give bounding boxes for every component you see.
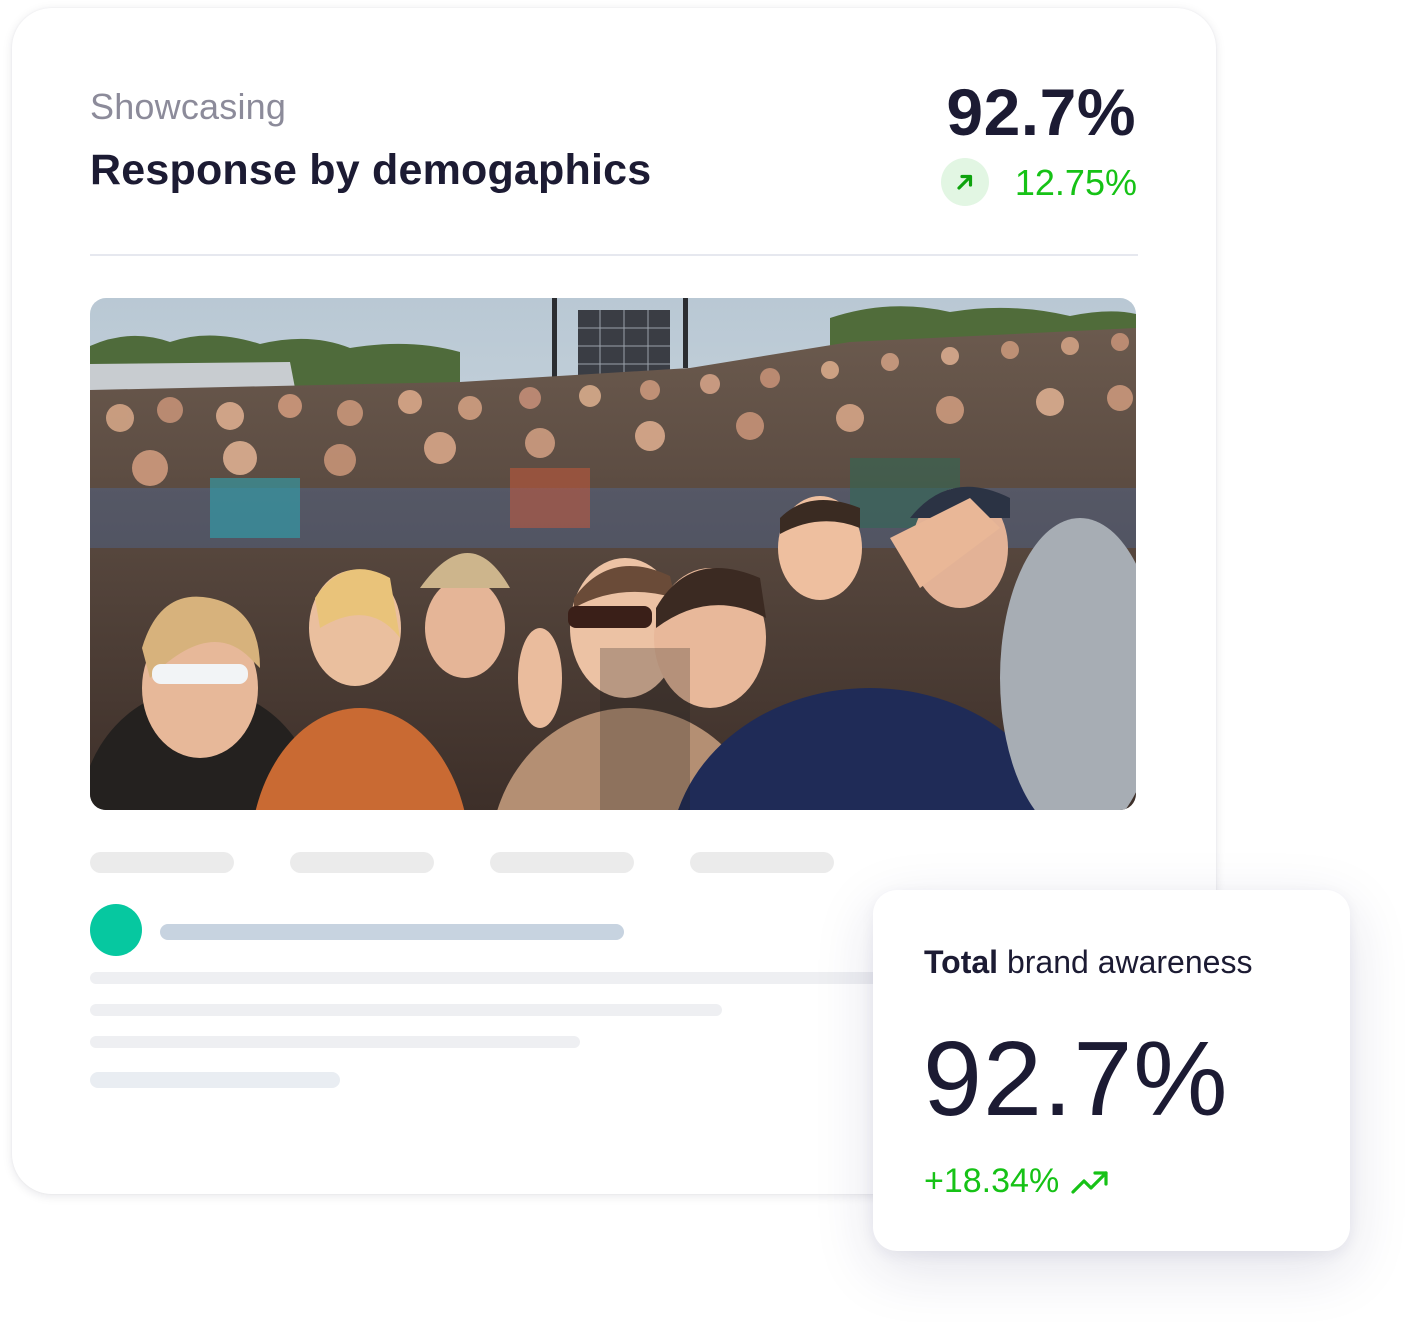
card-title: Response by demogaphics [90,146,652,194]
text-line-placeholder [90,1036,580,1048]
text-line-placeholder [90,1004,722,1016]
text-line-placeholder [90,972,950,984]
awareness-label-bold: Total [924,944,999,980]
name-placeholder [160,924,624,940]
awareness-change-row: +18.34% [924,1162,1109,1201]
metric-value: 92.7% [946,75,1136,149]
avatar [90,904,142,956]
card-eyebrow: Showcasing [90,86,287,127]
metric-change: 12.75% [1014,162,1137,203]
tab-placeholder [290,852,434,873]
arrow-up-right-icon [957,174,973,190]
awareness-label: Total brand awareness [924,944,1252,981]
text-line-placeholder [90,1072,340,1088]
tab-placeholder [690,852,834,873]
awareness-label-rest: brand awareness [998,944,1253,980]
trend-badge [941,158,989,206]
divider [90,254,1138,256]
awareness-value: 92.7% [923,1020,1229,1138]
brand-awareness-card: Total brand awareness 92.7% +18.34% [873,890,1350,1251]
tab-placeholder [90,852,234,873]
awareness-change: +18.34% [924,1162,1060,1200]
trending-up-icon [1071,1170,1108,1194]
crowd-photo [90,298,1136,810]
tab-placeholder [490,852,634,873]
